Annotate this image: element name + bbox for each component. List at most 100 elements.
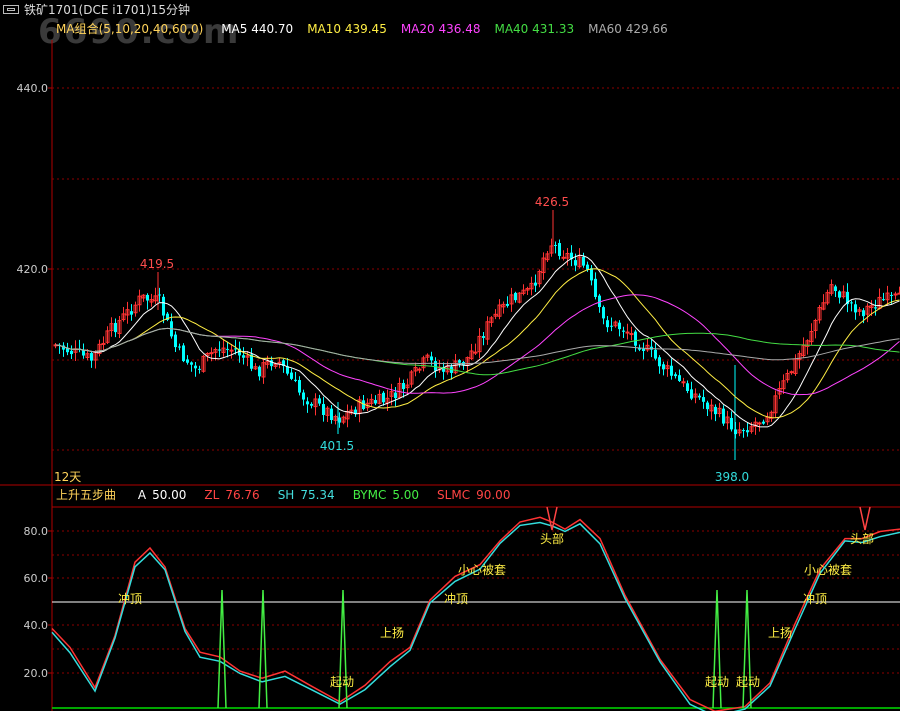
slmc-spike bbox=[546, 506, 558, 531]
candle-body bbox=[625, 331, 630, 334]
candle-body bbox=[506, 303, 509, 306]
candle-body bbox=[313, 398, 318, 408]
candle-body bbox=[785, 372, 790, 381]
candle-body bbox=[53, 344, 58, 347]
candle-body bbox=[437, 366, 442, 371]
candle-body bbox=[101, 342, 106, 345]
candle-body bbox=[674, 374, 677, 377]
candle-body bbox=[777, 388, 782, 395]
y-tick-label: 420.0 bbox=[17, 263, 49, 276]
candle-body bbox=[749, 426, 754, 432]
candle-body bbox=[330, 408, 333, 421]
candle-body bbox=[670, 365, 673, 376]
candle-body bbox=[610, 325, 613, 327]
candle-body bbox=[509, 294, 514, 305]
candle-body bbox=[250, 354, 253, 369]
candle-body bbox=[854, 304, 857, 313]
candle-body bbox=[469, 350, 474, 359]
price-label: 419.5 bbox=[140, 257, 174, 271]
candle-body bbox=[349, 409, 354, 414]
candle-body bbox=[497, 304, 502, 317]
y-tick-label: 440.0 bbox=[17, 82, 49, 95]
indicator-legend: 上升五步曲 A 50.00 ZL 76.76 SH 75.34 BYMC 5.00 SLMC 90… bbox=[56, 486, 534, 504]
bymc-spike bbox=[258, 589, 268, 709]
candle-body bbox=[178, 346, 181, 348]
chart-canvas[interactable]: 419.5401.5426.5398.0 冲顶起动上扬冲顶小心被套头部起动 起动上… bbox=[0, 0, 900, 711]
candle-body bbox=[545, 253, 550, 261]
candle-body bbox=[298, 380, 301, 393]
candle-body bbox=[662, 364, 665, 370]
candle-body bbox=[389, 391, 394, 397]
candle-body bbox=[261, 362, 266, 378]
indicator-annotation: 冲顶 bbox=[803, 591, 827, 606]
candle-body bbox=[561, 256, 566, 259]
candle-body bbox=[290, 372, 293, 379]
indicator-annotation: 上扬 bbox=[380, 625, 404, 640]
candle-body bbox=[82, 349, 85, 356]
indicator-annotation: 小心被套 bbox=[458, 563, 506, 577]
candle-body bbox=[325, 407, 330, 416]
candle-body bbox=[773, 395, 778, 414]
candle-body bbox=[801, 345, 806, 357]
candle-body bbox=[678, 375, 681, 381]
candle-body bbox=[574, 260, 577, 266]
window-icon[interactable] bbox=[3, 5, 19, 14]
candle-body bbox=[338, 417, 341, 423]
indicator-value: 75.34 bbox=[300, 488, 335, 502]
indicator-values: A 50.00 ZL 76.76 SH 75.34 BYMC 5.00 SLMC 90.00 bbox=[138, 488, 529, 502]
candle-body bbox=[590, 268, 593, 281]
candle-body bbox=[762, 421, 765, 424]
candle-body bbox=[294, 379, 297, 381]
candle-body bbox=[534, 282, 537, 286]
candle-body bbox=[529, 282, 534, 290]
candle-body bbox=[809, 331, 814, 343]
candle-body bbox=[345, 411, 350, 420]
candle-body bbox=[781, 380, 786, 390]
candle-body bbox=[166, 313, 169, 320]
candle-body bbox=[838, 291, 841, 298]
candle-body bbox=[890, 294, 893, 296]
y-tick-label: 80.0 bbox=[24, 525, 49, 538]
candle-body bbox=[865, 305, 870, 315]
indicator-annotation: 上扬 bbox=[768, 625, 792, 640]
candle-body bbox=[665, 365, 670, 370]
ma-legend-name: MA组合(5,10,20,40,60,0) bbox=[56, 22, 204, 36]
candle-body bbox=[394, 392, 397, 399]
candle-body bbox=[174, 334, 177, 348]
candle-body bbox=[354, 409, 357, 414]
ma-legend-item: MA5 440.70 bbox=[221, 22, 294, 36]
candle-body bbox=[162, 296, 165, 316]
candle-body bbox=[586, 264, 589, 270]
ma-line bbox=[55, 254, 900, 428]
candle-body bbox=[90, 353, 93, 361]
candle-body bbox=[730, 417, 733, 430]
candle-body bbox=[109, 323, 114, 332]
ma-legend-item: MA20 436.48 bbox=[400, 22, 481, 36]
candle-body bbox=[473, 351, 478, 354]
candle-body bbox=[493, 313, 498, 317]
indicator-annotation: 头部 bbox=[850, 531, 874, 546]
candle-body bbox=[218, 349, 221, 351]
candle-body bbox=[310, 403, 313, 406]
indicator-value: 76.76 bbox=[225, 488, 260, 502]
candle-body bbox=[693, 393, 698, 398]
candle-body bbox=[458, 360, 461, 363]
candle-body bbox=[882, 299, 885, 301]
indicator-key: SLMC bbox=[437, 488, 471, 502]
candle-body bbox=[73, 348, 78, 353]
price-label: 401.5 bbox=[320, 439, 354, 453]
candle-body bbox=[817, 307, 822, 321]
y-tick-label: 40.0 bbox=[24, 619, 49, 632]
candle-body bbox=[114, 322, 117, 333]
candle-body bbox=[805, 340, 810, 347]
candle-body bbox=[714, 406, 717, 415]
indicator-annotation: 起动 bbox=[736, 675, 760, 689]
candle-body bbox=[357, 399, 362, 414]
candle-body bbox=[746, 430, 749, 433]
candle-body bbox=[277, 361, 282, 364]
candle-body bbox=[149, 299, 154, 303]
ma-line bbox=[55, 327, 900, 376]
candle-body bbox=[465, 357, 470, 366]
candle-body bbox=[549, 245, 554, 254]
price-label: 398.0 bbox=[715, 470, 749, 484]
